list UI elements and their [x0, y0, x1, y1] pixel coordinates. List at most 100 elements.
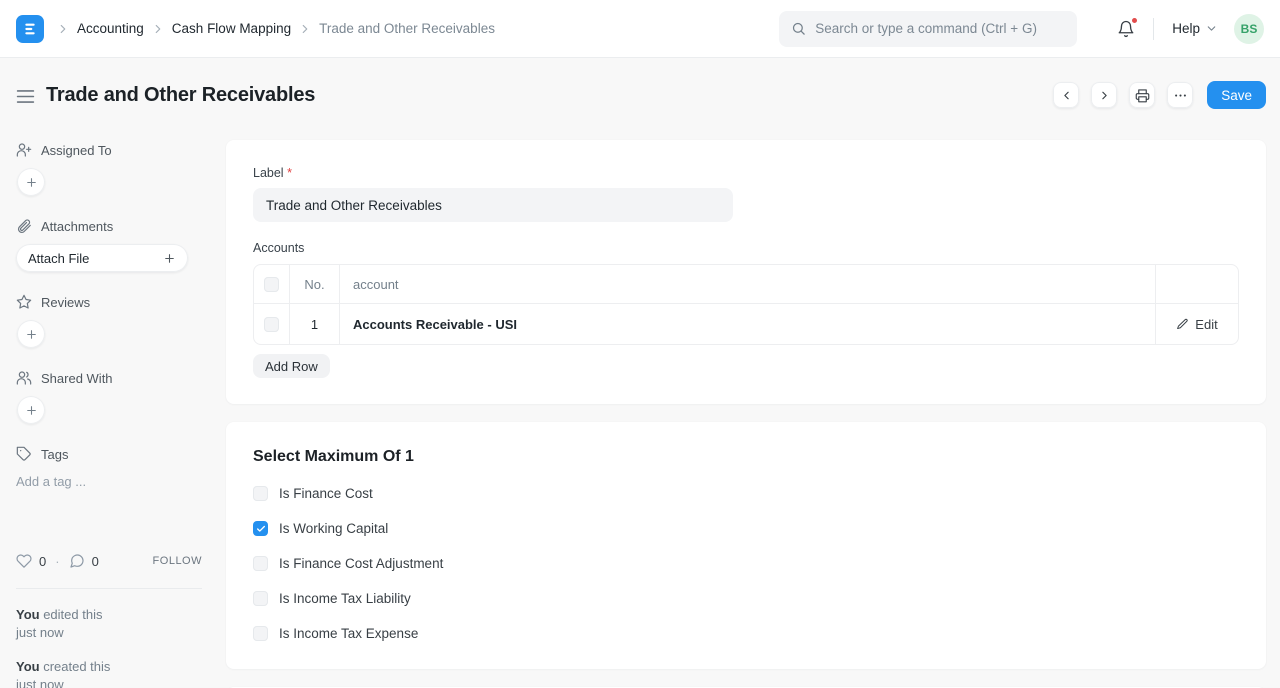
chevron-left-icon: [1063, 91, 1069, 99]
app-logo[interactable]: [16, 14, 44, 43]
navbar-divider: [1153, 17, 1155, 40]
activity-who: You: [16, 659, 40, 674]
plus-icon: [163, 252, 176, 265]
row-checkbox[interactable]: [264, 316, 279, 332]
printer-icon: [1135, 88, 1150, 102]
shared-with-section: Shared With: [16, 370, 202, 386]
previous-document-button[interactable]: [1053, 82, 1080, 108]
search-icon: [793, 22, 805, 35]
help-label: Help: [1172, 21, 1200, 36]
activity-edited: You edited this just now: [16, 606, 202, 642]
column-header-no: No.: [290, 265, 340, 303]
paperclip-icon: [17, 219, 31, 234]
checkbox-row-is-income-tax-liability: Is Income Tax Liability: [253, 591, 1239, 606]
comment-count: 0: [91, 553, 99, 569]
activity-action: edited this: [39, 607, 103, 622]
activity-created: You created this just now: [16, 658, 202, 688]
assigned-to-section: Assigned To: [16, 142, 202, 158]
page-layout: Assigned To Attachments Attach File Revi…: [0, 132, 1280, 688]
assigned-to-label: Assigned To: [41, 142, 112, 158]
navbar: Accounting Cash Flow Mapping Trade and O…: [0, 0, 1280, 58]
help-menu[interactable]: Help: [1172, 21, 1218, 36]
page-title: Trade and Other Receivables: [46, 83, 316, 106]
tags-section: Tags: [16, 446, 202, 462]
print-button[interactable]: [1129, 82, 1156, 108]
edit-row-button[interactable]: Edit: [1176, 316, 1218, 332]
breadcrumb-item-current: Trade and Other Receivables: [319, 21, 495, 36]
follow-button[interactable]: FOLLOW: [153, 555, 202, 567]
activity-when: just now: [16, 677, 64, 688]
star-icon: [16, 294, 32, 309]
label-field-input[interactable]: [253, 188, 733, 222]
navbar-right: Help BS: [779, 10, 1264, 47]
tags-label: Tags: [41, 446, 69, 462]
label-field-label: Label *: [253, 166, 1239, 180]
reviews-label: Reviews: [41, 294, 91, 310]
edit-row-label: Edit: [1195, 316, 1218, 332]
is-finance-cost-checkbox[interactable]: [253, 486, 268, 501]
card-details: Label * Accounts No. account: [226, 140, 1266, 404]
checkbox-label[interactable]: Is Working Capital: [279, 521, 388, 536]
table-row: 1 Accounts Receivable - USI Edit: [254, 304, 1238, 344]
chevron-right-icon: [151, 22, 165, 36]
attach-file-label: Attach File: [28, 250, 90, 266]
sidebar-toggle-button[interactable]: [16, 87, 35, 104]
add-tag-input[interactable]: Add a tag ...: [16, 474, 202, 489]
chevron-down-icon: [1207, 26, 1216, 31]
add-share-button[interactable]: [17, 396, 45, 424]
chevron-right-icon: [56, 22, 70, 36]
checkbox-row-is-finance-cost: Is Finance Cost: [253, 486, 1239, 501]
page-actions: Save: [1053, 81, 1266, 109]
checkbox-label[interactable]: Is Finance Cost Adjustment: [279, 556, 443, 571]
activity-who: You: [16, 607, 40, 622]
chevron-right-icon: [1101, 91, 1107, 99]
accounts-table: No. account 1 Accounts Receivable - USI: [253, 264, 1239, 345]
checkbox-row-is-working-capital: Is Working Capital: [253, 521, 1239, 536]
is-finance-cost-adjustment-checkbox[interactable]: [253, 556, 268, 571]
select-all-checkbox[interactable]: [264, 276, 279, 292]
is-working-capital-checkbox[interactable]: [253, 521, 268, 536]
label-text: Label: [253, 166, 284, 180]
activity-action: created this: [39, 659, 111, 674]
checkbox-label[interactable]: Is Income Tax Expense: [279, 626, 418, 641]
reviews-section: Reviews: [16, 294, 202, 310]
breadcrumb-item-accounting[interactable]: Accounting: [77, 21, 144, 36]
save-button[interactable]: Save: [1207, 81, 1266, 109]
attachments-label: Attachments: [41, 218, 114, 234]
accounts-field-label: Accounts: [253, 241, 305, 255]
search-input[interactable]: [815, 21, 1066, 36]
activity-when: just now: [16, 625, 64, 640]
add-assignment-button[interactable]: [17, 168, 45, 196]
menu-icon: [16, 89, 35, 103]
attach-file-button[interactable]: Attach File: [16, 244, 188, 272]
required-asterisk: *: [287, 166, 292, 180]
checkbox-row-is-finance-cost-adjustment: Is Finance Cost Adjustment: [253, 556, 1239, 571]
is-income-tax-expense-checkbox[interactable]: [253, 626, 268, 641]
section-title: Select Maximum Of 1: [253, 448, 414, 465]
column-header-account: account: [340, 265, 1156, 303]
next-document-button[interactable]: [1091, 82, 1118, 108]
breadcrumb-item-cash-flow-mapping[interactable]: Cash Flow Mapping: [172, 21, 291, 36]
erpnext-logo-icon: [25, 23, 35, 34]
like-count: 0: [39, 553, 47, 569]
comment-icon[interactable]: [69, 553, 85, 569]
global-search[interactable]: [779, 10, 1078, 47]
plus-icon: [26, 177, 36, 187]
add-row-button[interactable]: Add Row: [253, 354, 330, 378]
menu-ellipsis-button[interactable]: [1167, 82, 1194, 108]
breadcrumb: Accounting Cash Flow Mapping Trade and O…: [56, 21, 495, 36]
engagement-row: 0 · 0 FOLLOW: [16, 553, 202, 569]
accounts-table-header: No. account: [254, 265, 1238, 304]
sidebar-divider: [16, 588, 202, 589]
card-select-maximum: Select Maximum Of 1 Is Finance Cost Is W…: [226, 422, 1266, 669]
is-income-tax-liability-checkbox[interactable]: [253, 591, 268, 606]
tag-icon: [16, 446, 31, 461]
notifications-button[interactable]: [1117, 16, 1139, 38]
pencil-icon: [1177, 318, 1188, 329]
heart-icon[interactable]: [16, 553, 32, 569]
add-review-button[interactable]: [17, 320, 45, 348]
form-sidebar: Assigned To Attachments Attach File Revi…: [0, 140, 226, 688]
checkbox-label[interactable]: Is Finance Cost: [279, 486, 373, 501]
avatar[interactable]: BS: [1234, 13, 1264, 44]
checkbox-label[interactable]: Is Income Tax Liability: [279, 591, 411, 606]
